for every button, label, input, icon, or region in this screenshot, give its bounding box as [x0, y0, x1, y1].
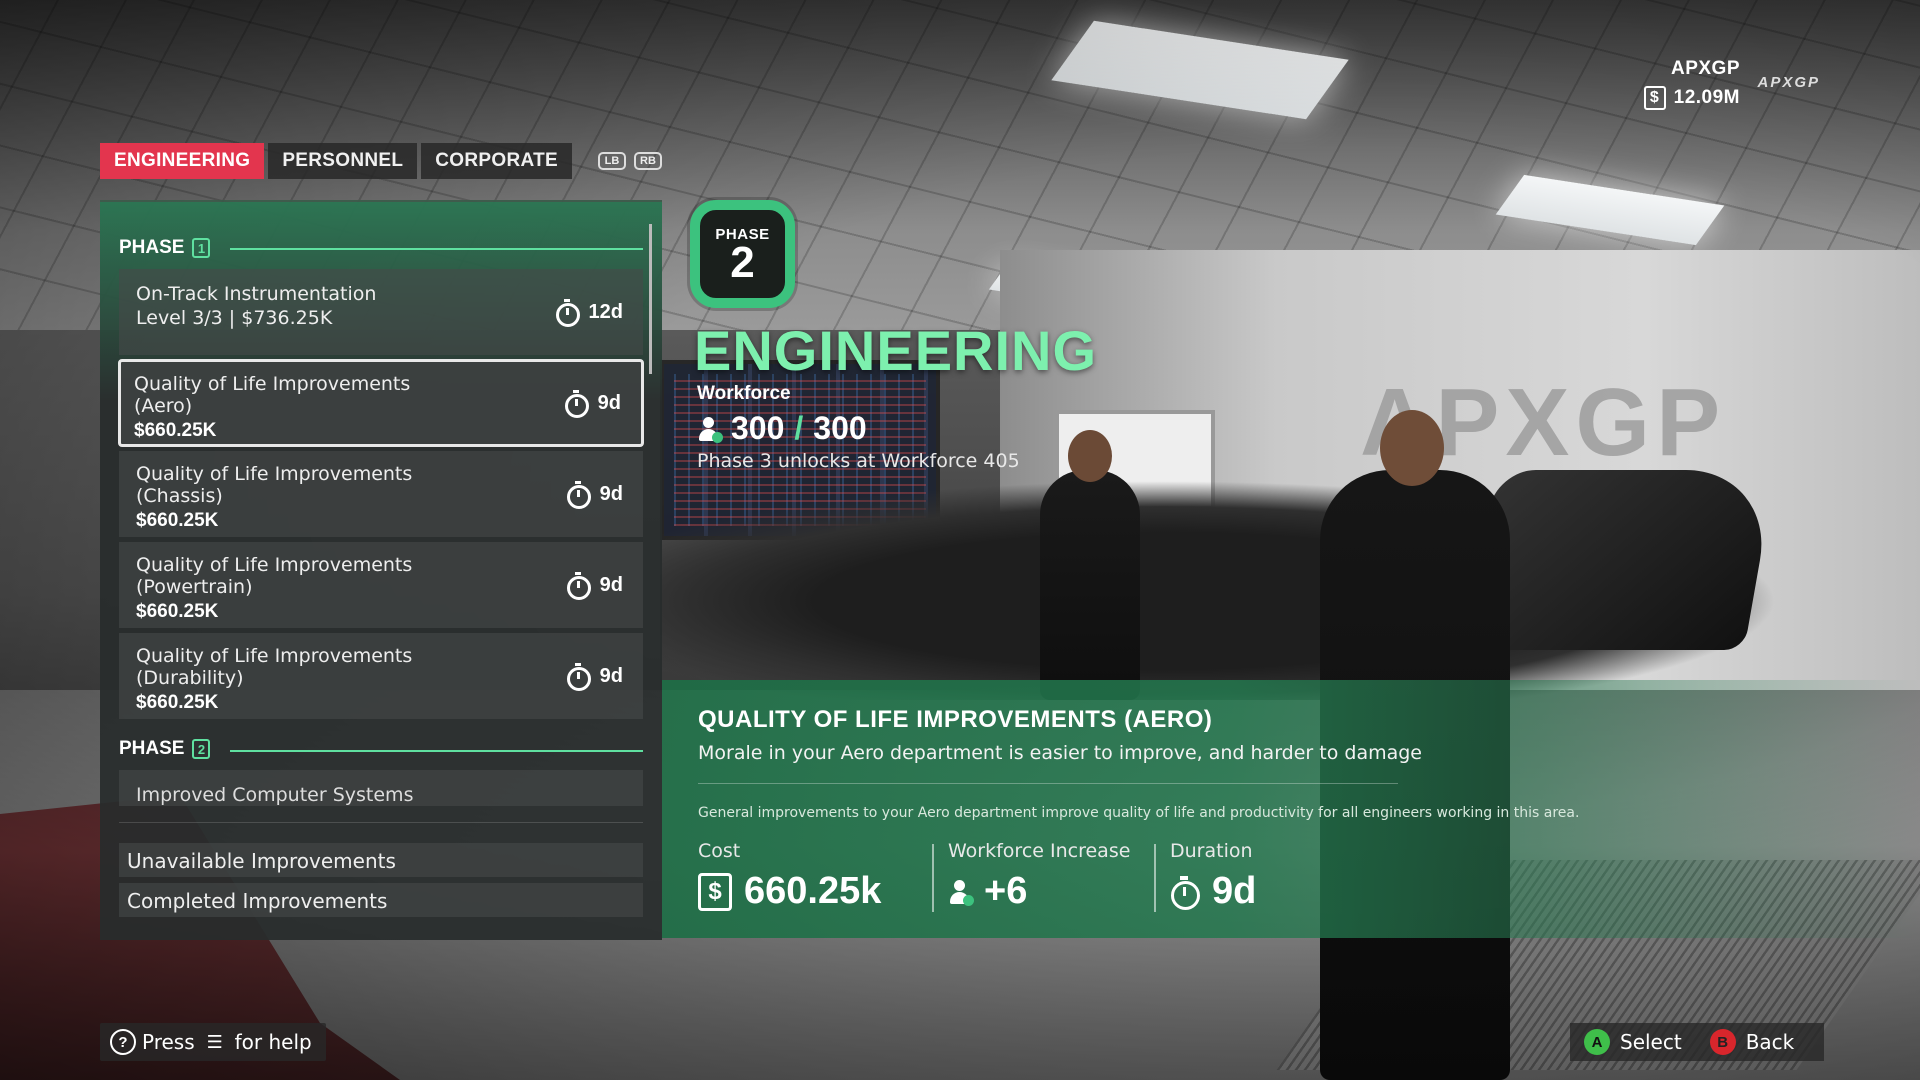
- tab-corporate[interactable]: CORPORATE: [421, 143, 572, 179]
- detail-note: General improvements to your Aero depart…: [698, 805, 1580, 821]
- item-level-cost: Level 3/3 | $736.25K: [136, 307, 333, 329]
- back-label[interactable]: Back: [1746, 1030, 1795, 1054]
- item-duration: 9d: [566, 663, 623, 691]
- item-duration: 9d: [566, 572, 623, 600]
- item-price: $660.25K: [136, 510, 219, 531]
- workforce-increase-value: +6: [984, 870, 1028, 912]
- detail-title: QUALITY OF LIFE IMPROVEMENTS (AERO): [698, 706, 1213, 733]
- item-price: $660.25K: [136, 601, 219, 622]
- item-price: $660.25K: [134, 420, 217, 441]
- menu-button-icon: ☰: [206, 1031, 223, 1053]
- item-title: Quality of Life Improvements (Aero): [134, 373, 411, 417]
- item-title: Quality of Life Improvements (Powertrain…: [136, 554, 413, 598]
- help-icon: ?: [110, 1029, 136, 1055]
- list-item-qol-powertrain[interactable]: Quality of Life Improvements (Powertrain…: [119, 542, 643, 628]
- list-item-on-track-instrumentation[interactable]: On-Track Instrumentation Level 3/3 | $73…: [119, 269, 643, 355]
- item-duration-value: 9d: [599, 482, 623, 505]
- list-scrollbar[interactable]: [649, 224, 652, 374]
- lb-button-icon[interactable]: LB: [597, 152, 626, 170]
- cost-label: Cost: [698, 840, 741, 862]
- list-item-qol-chassis[interactable]: Quality of Life Improvements (Chassis) $…: [119, 451, 643, 537]
- item-title: Quality of Life Improvements (Chassis): [136, 463, 413, 507]
- tab-personnel[interactable]: PERSONNEL: [268, 143, 418, 179]
- phase-1-header: PHASE 1: [119, 237, 211, 259]
- item-duration-value: 12d: [588, 300, 623, 323]
- item-title: On-Track Instrumentation: [136, 283, 377, 305]
- stopwatch-icon: [564, 390, 589, 418]
- team-funds-value: 12.09M: [1673, 87, 1740, 108]
- duration-stat: Duration 9d: [1170, 840, 1256, 913]
- workforce-icon: [697, 415, 723, 443]
- action-prompts: A Select B Back: [1570, 1023, 1824, 1061]
- team-info: APXGP $ 12.09M: [1643, 58, 1740, 110]
- department-title: ENGINEERING: [694, 319, 1098, 382]
- tab-engineering[interactable]: ENGINEERING: [100, 143, 265, 179]
- phase-divider: [230, 750, 643, 752]
- dollar-icon: $: [1643, 86, 1666, 110]
- workforce-value: 300 / 300: [697, 410, 867, 447]
- workforce-increase-label: Workforce Increase: [948, 840, 1131, 862]
- team-funds: $ 12.09M: [1643, 86, 1740, 110]
- workforce-current: 300: [731, 410, 785, 446]
- improvement-detail-panel: QUALITY OF LIFE IMPROVEMENTS (AERO) Mora…: [662, 680, 1920, 938]
- item-duration-value: 9d: [597, 391, 621, 414]
- item-duration: 12d: [555, 299, 623, 327]
- unavailable-improvements-button[interactable]: Unavailable Improvements: [119, 843, 643, 877]
- item-duration: 9d: [564, 390, 621, 418]
- duration-stat-value: 9d: [1170, 870, 1256, 913]
- item-duration-value: 9d: [599, 664, 623, 687]
- workforce-max: 300: [813, 410, 867, 446]
- stopwatch-icon: [1170, 875, 1200, 910]
- stat-divider: [932, 844, 934, 912]
- phase-number-badge: 1: [192, 238, 211, 258]
- list-item-qol-durability[interactable]: Quality of Life Improvements (Durability…: [119, 633, 643, 719]
- item-duration: 9d: [566, 481, 623, 509]
- help-suffix-text: for help: [234, 1030, 312, 1054]
- item-price: $660.25K: [136, 692, 219, 713]
- phase-label: PHASE: [119, 738, 185, 759]
- list-item-qol-aero[interactable]: Quality of Life Improvements (Aero) $660…: [118, 359, 644, 447]
- help-press-text: Press: [142, 1030, 195, 1054]
- duration-value: 9d: [1212, 870, 1257, 912]
- workforce-label: Workforce: [697, 383, 791, 404]
- detail-description: Morale in your Aero department is easier…: [698, 742, 1422, 764]
- list-separator: [119, 822, 643, 823]
- a-button-icon[interactable]: A: [1584, 1029, 1610, 1055]
- b-button-icon[interactable]: B: [1709, 1029, 1736, 1055]
- category-tabs: ENGINEERING PERSONNEL CORPORATE LB RB: [100, 143, 662, 179]
- phase-badge: PHASE 2: [690, 200, 795, 308]
- improvements-list-panel: PHASE 1 On-Track Instrumentation Level 3…: [100, 200, 662, 940]
- phase-label: PHASE: [119, 237, 185, 258]
- workforce-icon: [948, 878, 974, 906]
- stopwatch-icon: [555, 299, 580, 327]
- duration-label: Duration: [1170, 840, 1253, 862]
- stat-divider: [1154, 844, 1156, 912]
- phase-divider: [230, 248, 643, 250]
- detail-divider: [698, 783, 1398, 784]
- cost-stat: Cost $ 660.25k: [698, 840, 881, 913]
- cost-value: 660.25k: [744, 870, 882, 912]
- workforce-increase-stat-value: +6: [948, 870, 1130, 913]
- dollar-icon: $: [698, 872, 732, 911]
- workforce-increase-stat: Workforce Increase +6: [948, 840, 1130, 913]
- workforce-separator: /: [794, 410, 804, 446]
- phase-number-badge: 2: [192, 739, 211, 759]
- completed-improvements-button[interactable]: Completed Improvements: [119, 883, 643, 917]
- item-title: Quality of Life Improvements (Durability…: [136, 645, 413, 689]
- team-logo: APXGP: [1757, 74, 1820, 91]
- phase-badge-number: 2: [730, 238, 755, 287]
- cost-stat-value: $ 660.25k: [698, 870, 881, 913]
- item-duration-value: 9d: [599, 573, 623, 596]
- phase-2-header: PHASE 2: [119, 738, 211, 760]
- stopwatch-icon: [566, 481, 591, 509]
- phase-unlock-text: Phase 3 unlocks at Workforce 405: [697, 450, 1020, 472]
- stopwatch-icon: [566, 663, 591, 691]
- rb-button-icon[interactable]: RB: [633, 152, 662, 170]
- select-label[interactable]: Select: [1620, 1030, 1682, 1054]
- stopwatch-icon: [566, 572, 591, 600]
- team-name: APXGP: [1670, 58, 1740, 79]
- list-item-improved-computer-systems[interactable]: Improved Computer Systems: [119, 770, 643, 806]
- help-prompt[interactable]: ? Press ☰ for help: [100, 1023, 326, 1061]
